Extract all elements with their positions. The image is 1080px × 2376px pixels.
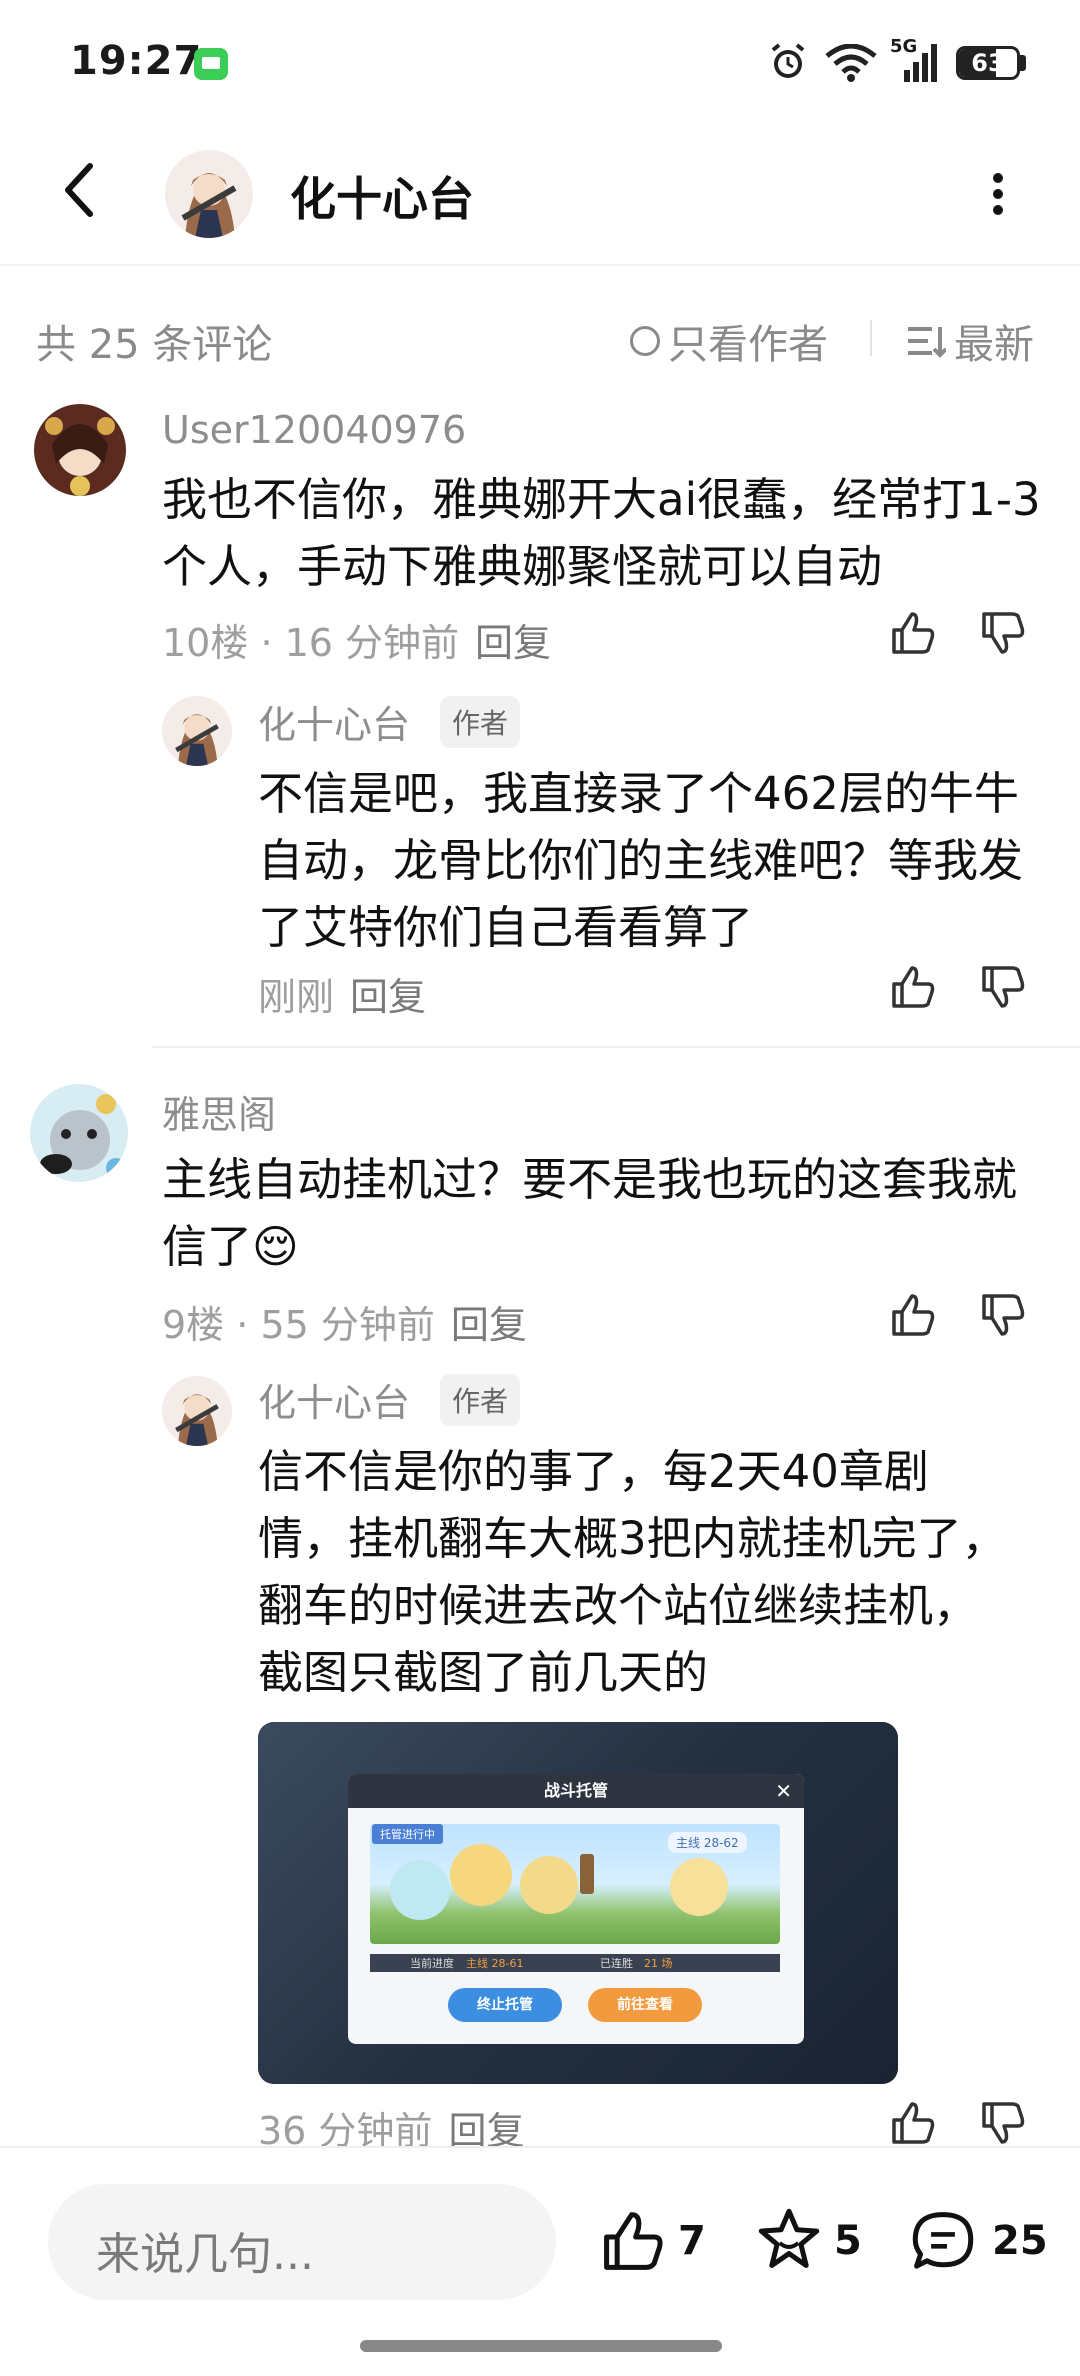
like-count: 7 [678, 2218, 706, 2264]
message-app-icon [194, 48, 228, 80]
comment-divider [152, 1046, 1080, 1048]
reply-button[interactable]: 回复 [350, 975, 426, 1019]
like-icon[interactable] [888, 608, 938, 658]
status-time: 19:27 [70, 38, 203, 84]
header-divider [0, 264, 1080, 266]
comment-floor: 10楼 [162, 621, 249, 665]
alarm-icon [771, 43, 805, 78]
close-icon: ✕ [775, 1779, 792, 1803]
dislike-icon[interactable] [978, 1290, 1028, 1340]
stop-button: 终止托管 [448, 1988, 562, 2022]
dislike-icon[interactable] [978, 608, 1028, 658]
bottom-divider [0, 2146, 1080, 2148]
reply-text: 不信是吧，我直接录了个462层的牛牛自动，龙骨比你们的主线难吧？等我发了艾特你们… [258, 767, 1024, 954]
sort-divider [870, 320, 872, 356]
comment-count-bottom: 25 [992, 2218, 1048, 2264]
comment-floor: 9楼 [162, 1303, 225, 1347]
comment-time: 16 分钟前 [284, 621, 460, 665]
author-badge: 作者 [440, 696, 521, 748]
attached-image[interactable]: 战斗托管 ✕ 托管进行中 主线 28-62 当前进度 主线 28-61 已连胜 … [258, 1722, 898, 2084]
star-icon[interactable] [756, 2206, 822, 2272]
sort-label: 最新 [954, 322, 1034, 368]
only-author-label: 只看作者 [668, 322, 828, 368]
comment-text: 主线自动挂机过？要不是我也玩的这套我就信了😌 [162, 1153, 1018, 1273]
commenter-name[interactable]: 雅思阁 [162, 1084, 276, 1139]
avatar-image [30, 1084, 128, 1182]
commenter-name[interactable]: User120040976 [162, 408, 466, 452]
sort-latest-button[interactable]: 最新 [906, 312, 1034, 370]
game-dialog: 战斗托管 ✕ 托管进行中 主线 28-62 当前进度 主线 28-61 已连胜 … [348, 1774, 804, 2044]
sort-icon [908, 327, 946, 358]
signpost-icon [580, 1854, 594, 1894]
comment-input[interactable]: 来说几句... [48, 2184, 556, 2300]
comment-meta: 10楼 · 16 分钟前 回复 [162, 621, 552, 665]
progress-label: 当前进度 [410, 1957, 454, 1970]
reply-author-name[interactable]: 化十心台 [258, 694, 410, 749]
like-icon[interactable] [888, 2098, 938, 2148]
status-tag: 托管进行中 [372, 1824, 443, 1844]
character-icon [390, 1860, 450, 1920]
radio-icon [630, 326, 660, 356]
comment-time: 55 分钟前 [260, 1303, 435, 1347]
signal-icon [904, 44, 937, 82]
comment-count: 共 25 条评论 [36, 322, 273, 368]
dislike-icon[interactable] [978, 2098, 1028, 2148]
avatar-image [162, 696, 232, 766]
more-vertical-icon[interactable] [990, 172, 1006, 216]
reply-avatar[interactable] [162, 1376, 232, 1446]
reply-button[interactable]: 回复 [475, 621, 551, 665]
reply-button[interactable]: 回复 [451, 1303, 527, 1347]
reply-time: 刚刚 [258, 975, 335, 1019]
only-author-toggle[interactable]: 只看作者 [630, 312, 828, 370]
reply-author-name[interactable]: 化十心台 [258, 1372, 410, 1427]
chevron-left-icon[interactable] [60, 160, 100, 220]
like-icon[interactable] [888, 962, 938, 1012]
commenter-avatar[interactable] [34, 404, 126, 496]
comment-icon[interactable] [910, 2208, 976, 2274]
reply-meta: 刚刚 回复 [258, 966, 426, 1021]
author-avatar[interactable] [165, 150, 253, 238]
view-button: 前往查看 [588, 1988, 702, 2022]
page-title: 化十心台 [290, 172, 474, 226]
progress-value: 主线 28-61 [466, 1957, 524, 1970]
author-badge: 作者 [440, 1374, 521, 1426]
stage-tag: 主线 28-62 [668, 1832, 747, 1853]
dislike-icon[interactable] [978, 962, 1028, 1012]
favorite-count: 5 [834, 2218, 862, 2264]
dialog-title: 战斗托管 [348, 1774, 804, 1808]
input-placeholder: 来说几句... [96, 2229, 314, 2280]
reply-avatar[interactable] [162, 696, 232, 766]
battery-level: 63 [971, 49, 1005, 77]
comment-text: 我也不信你，雅典娜开大ai很蠢，经常打1-3个人，手动下雅典娜聚怪就可以自动 [162, 473, 1041, 593]
wins-value: 21 场 [644, 1957, 673, 1970]
battery-icon: 63 [956, 46, 1020, 80]
avatar-image [34, 404, 126, 496]
like-icon[interactable] [888, 1290, 938, 1340]
comment-meta: 9楼 · 55 分钟前 回复 [162, 1303, 527, 1347]
character-icon [450, 1844, 512, 1906]
battery-tip [1020, 55, 1026, 71]
status-bar: 19:27 5G 63 [0, 0, 1080, 130]
progress-row: 当前进度 主线 28-61 已连胜 21 场 [370, 1954, 780, 1972]
character-icon [670, 1858, 728, 1916]
character-icon [520, 1856, 578, 1914]
wifi-icon [825, 44, 877, 82]
wins-label: 已连胜 [600, 1957, 633, 1970]
avatar-image [165, 150, 253, 238]
avatar-image [162, 1376, 232, 1446]
reply-text: 信不信是你的事了，每2天40章剧情，挂机翻车大概3把内就挂机完了，翻车的时候进去… [258, 1445, 1007, 1699]
like-icon[interactable] [600, 2208, 666, 2274]
home-indicator[interactable] [360, 2340, 722, 2352]
commenter-avatar[interactable] [30, 1084, 128, 1182]
